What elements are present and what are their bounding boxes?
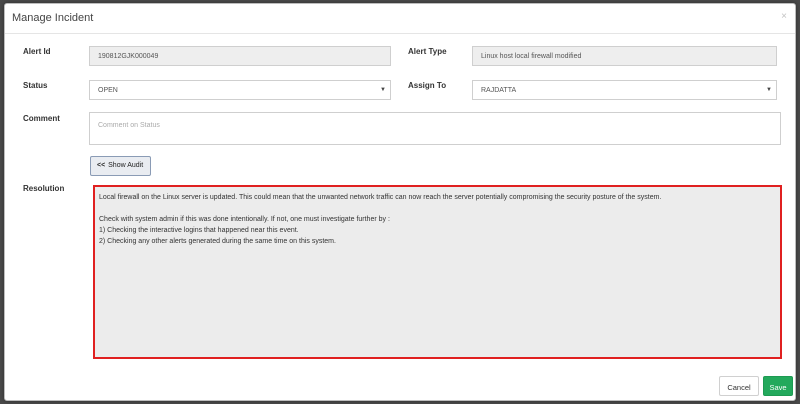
show-audit-label: Show Audit [108, 162, 144, 169]
resolution-line: Local firewall on the Linux server is up… [99, 194, 662, 201]
alert-id-label: Alert Id [23, 47, 51, 56]
resolution-line: Check with system admin if this was done… [99, 216, 390, 223]
assign-to-label: Assign To [408, 81, 447, 90]
resolution-line: 2) Checking any other alerts generated d… [99, 238, 336, 245]
double-chevron-left-icon: << [97, 162, 106, 169]
comment-textarea[interactable]: Comment on Status [89, 112, 781, 145]
dialog-header: Manage Incident × [5, 4, 795, 34]
resolution-text[interactable]: Local firewall on the Linux server is up… [93, 185, 782, 359]
resolution-label: Resolution [23, 184, 65, 193]
show-audit-button[interactable]: << Show Audit [90, 156, 151, 176]
chevron-down-icon: ▼ [380, 87, 386, 93]
comment-label: Comment [23, 114, 60, 123]
close-icon[interactable]: × [781, 11, 787, 22]
status-select[interactable]: OPEN ▼ [89, 80, 391, 100]
manage-incident-dialog: Manage Incident × Alert Id 190812GJK0000… [4, 3, 796, 401]
cancel-button[interactable]: Cancel [719, 376, 759, 396]
save-button[interactable]: Save [763, 376, 793, 396]
assign-to-selected-value: RAJDATTA [481, 87, 517, 94]
dialog-title: Manage Incident [12, 12, 94, 24]
alert-type-field: Linux host local firewall modified [472, 46, 777, 66]
status-selected-value: OPEN [98, 87, 118, 94]
alert-id-field: 190812GJK000049 [89, 46, 391, 66]
assign-to-select[interactable]: RAJDATTA ▼ [472, 80, 777, 100]
alert-type-label: Alert Type [408, 47, 447, 56]
chevron-down-icon: ▼ [766, 87, 772, 93]
resolution-line: 1) Checking the interactive logins that … [99, 227, 299, 234]
status-label: Status [23, 81, 48, 90]
